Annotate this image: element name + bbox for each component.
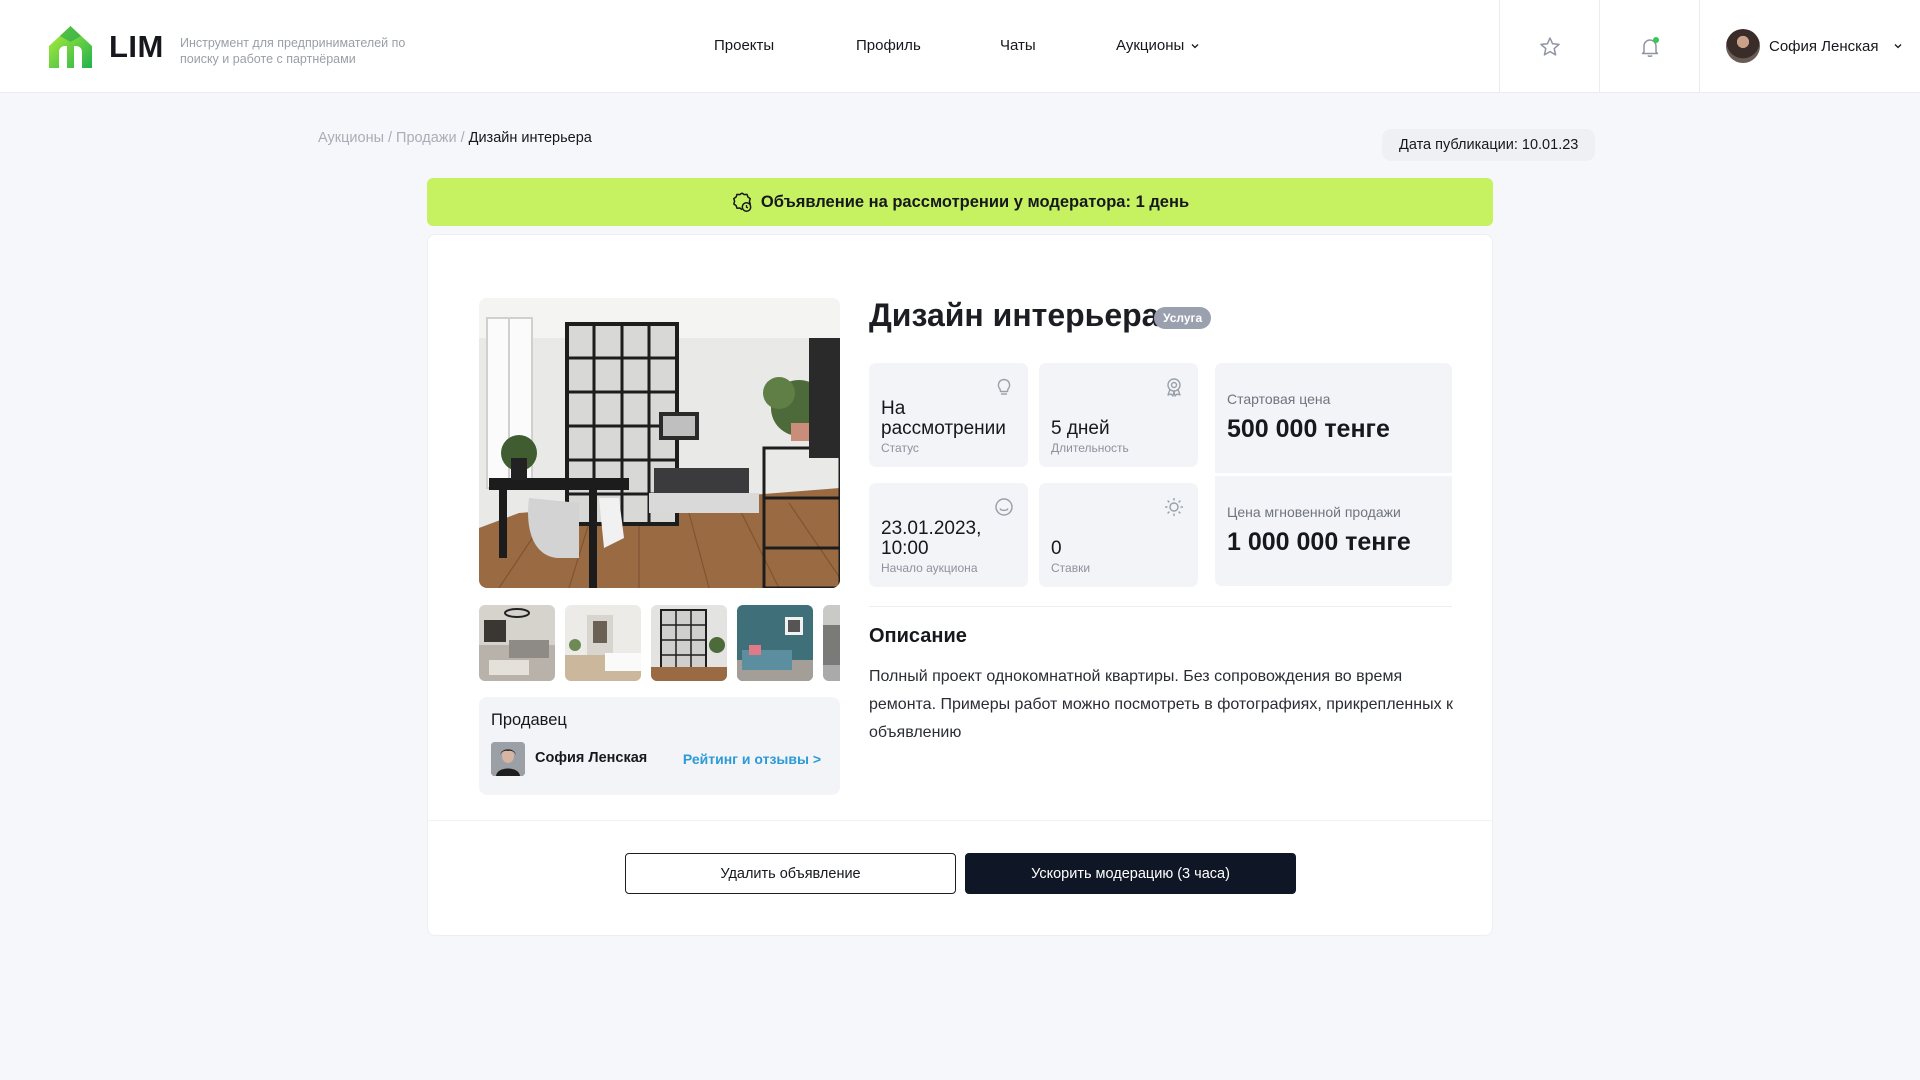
stat-start-value: 23.01.2023, 10:00 [881,518,982,559]
seller-avatar[interactable] [491,742,525,776]
bell-icon [1641,36,1659,57]
sun-icon [1165,498,1183,516]
chevron-down-icon [1191,43,1199,48]
stat-bids: 0 Ставки [1039,483,1198,587]
stat-bids-label: Ставки [1051,561,1091,575]
logo-arrow-icon [49,26,92,68]
delete-listing-button[interactable]: Удалить объявление [625,853,956,894]
award-icon [1167,378,1181,397]
thumbnail-strip [479,605,840,681]
description-title: Описание [869,625,967,647]
nav-chats[interactable]: Чаты [1000,37,1036,54]
nav-auctions[interactable]: Аукционы [1116,37,1200,54]
avatar [1726,29,1760,63]
category-badge: Услуга [1154,307,1212,329]
publication-date: Дата публикации: 10.01.23 [1382,129,1596,161]
instant-price-label: Цена мгновенной продажи [1227,504,1401,520]
star-icon [1539,36,1560,56]
moderation-timer-icon [732,192,752,212]
logo-text: LIM [109,29,164,64]
breadcrumb-separator: / [388,130,393,146]
start-price-label: Стартовая цена [1227,391,1331,407]
partition-thumbnail [651,605,727,681]
start-price-value: 500 000 тенге [1227,415,1390,443]
instant-price-box: Цена мгновенной продажи 1 000 000 тенге [1215,476,1452,586]
clock-icon [995,498,1013,516]
stat-status-value: На рассмотрении [881,398,1006,439]
stat-start-label: Начало аукциона [881,561,978,575]
stat-duration-value: 5 дней [1051,418,1110,439]
seller-name[interactable]: София Ленская [535,750,647,766]
moderation-banner-text: Объявление на рассмотрении у модератора:… [760,192,1190,211]
seller-card: Продавец София Ленская Рейтинг и отзывы … [479,697,840,795]
gray-room-thumbnail [823,605,840,681]
lot-title: Дизайн интерьера [869,297,1160,333]
logo[interactable]: LIM [48,24,164,70]
stat-duration-label: Длительность [1051,441,1129,455]
lightbulb-icon [997,378,1011,395]
notifications-button[interactable] [1600,0,1699,93]
breadcrumb-current: Дизайн интерьера [468,130,592,146]
tagline: Инструмент для предпринимателей по поиск… [180,36,406,66]
nav-profile[interactable]: Профиль [856,37,921,54]
teal-room-thumbnail [737,605,813,681]
stat-status-label: Статус [881,441,919,455]
instant-price-value: 1 000 000 тенге [1227,528,1411,556]
bedroom-thumbnail [565,605,641,681]
moderation-banner: Объявление на рассмотрении у модератора:… [427,178,1493,226]
start-price-box: Стартовая цена 500 000 тенге [1215,363,1452,473]
divider [428,820,1492,821]
top-header: LIM Инструмент для предпринимателей по п… [0,0,1920,93]
chevron-down-icon [1894,44,1901,49]
seller-photo [491,742,525,776]
user-name: София Ленская [1769,37,1879,55]
photo-thumbnail[interactable] [823,605,840,681]
stat-bids-value: 0 [1051,538,1062,559]
nav-projects[interactable]: Проекты [714,37,774,54]
breadcrumb-auctions[interactable]: Аукционы [318,130,384,146]
seller-title: Продавец [491,711,567,729]
lot-card: Продавец София Ленская Рейтинг и отзывы … [427,234,1493,936]
stat-duration: 5 дней Длительность [1039,363,1198,467]
interior-photo [479,298,840,588]
photo-thumbnail[interactable] [651,605,727,681]
photo-thumbnail[interactable] [737,605,813,681]
rating-reviews-link[interactable]: Рейтинг и отзывы > [683,751,821,767]
description-text: Полный проект однокомнатной квартиры. Бе… [869,668,1454,741]
header-divider [1699,0,1700,93]
main-photo[interactable] [479,298,840,588]
breadcrumb-sales[interactable]: Продажи [396,130,457,146]
nav-auctions-label: Аукционы [1116,37,1185,54]
stat-start: 23.01.2023, 10:00 Начало аукциона [869,483,1028,587]
living-room-thumbnail [479,605,555,681]
breadcrumb-separator: / [460,130,465,146]
stat-status: На рассмотрении Статус [869,363,1028,467]
favorites-button[interactable] [1500,0,1599,93]
user-menu[interactable]: София Ленская [1726,29,1903,63]
photo-thumbnail[interactable] [479,605,555,681]
breadcrumb: Аукционы / Продажи / Дизайн интерьера [318,130,592,146]
divider [869,606,1452,607]
boost-moderation-button[interactable]: Ускорить модерацию (3 часа) [965,853,1296,894]
photo-thumbnail[interactable] [565,605,641,681]
